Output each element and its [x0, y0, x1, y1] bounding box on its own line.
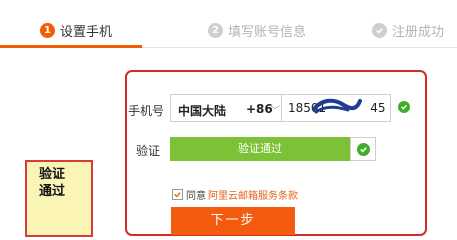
step-bar: 1 设置手机 2 填写账号信息 注册成功: [0, 0, 457, 52]
terms-link[interactable]: 阿里云邮箱服务条款: [208, 187, 298, 202]
step-label: 填写账号信息: [228, 24, 307, 40]
country-code: +86: [246, 102, 273, 116]
verify-slider-handle: [350, 137, 376, 161]
step-fill-account-info: 2 填写账号信息: [208, 20, 306, 40]
step-label: 注册成功: [392, 24, 445, 40]
step-number-badge: 2: [208, 22, 223, 38]
agree-checkbox[interactable]: [172, 189, 183, 200]
step-register-success: 注册成功: [372, 20, 444, 40]
phone-label: 手机号: [128, 104, 165, 118]
step-set-phone: 1 设置手机: [40, 20, 112, 40]
phone-value-tail: 45: [370, 101, 386, 115]
verify-label: 验证: [136, 144, 161, 158]
check-icon: [356, 142, 370, 156]
step-active-indicator: [0, 45, 142, 48]
redaction-scribble: [312, 98, 362, 114]
check-circle-icon: [372, 22, 387, 38]
step-label: 设置手机: [60, 24, 113, 40]
step-number-badge: 1: [40, 22, 55, 38]
phone-valid-check-icon: [398, 101, 410, 113]
agreement-row: 同意 阿里云邮箱服务条款: [172, 187, 298, 202]
country-select[interactable]: 中国大陆 +86 ﹀: [170, 94, 282, 122]
annotation-line: 验证: [39, 167, 66, 182]
annotation-line: 通过: [39, 184, 66, 199]
next-button[interactable]: 下一步: [171, 207, 295, 235]
annotation-note: 验证 通过: [25, 160, 93, 237]
chevron-down-icon: ﹀: [270, 106, 280, 117]
verify-slider[interactable]: 验证通过: [170, 137, 350, 161]
agree-prefix: 同意: [186, 191, 206, 202]
country-name: 中国大陆: [178, 104, 227, 118]
